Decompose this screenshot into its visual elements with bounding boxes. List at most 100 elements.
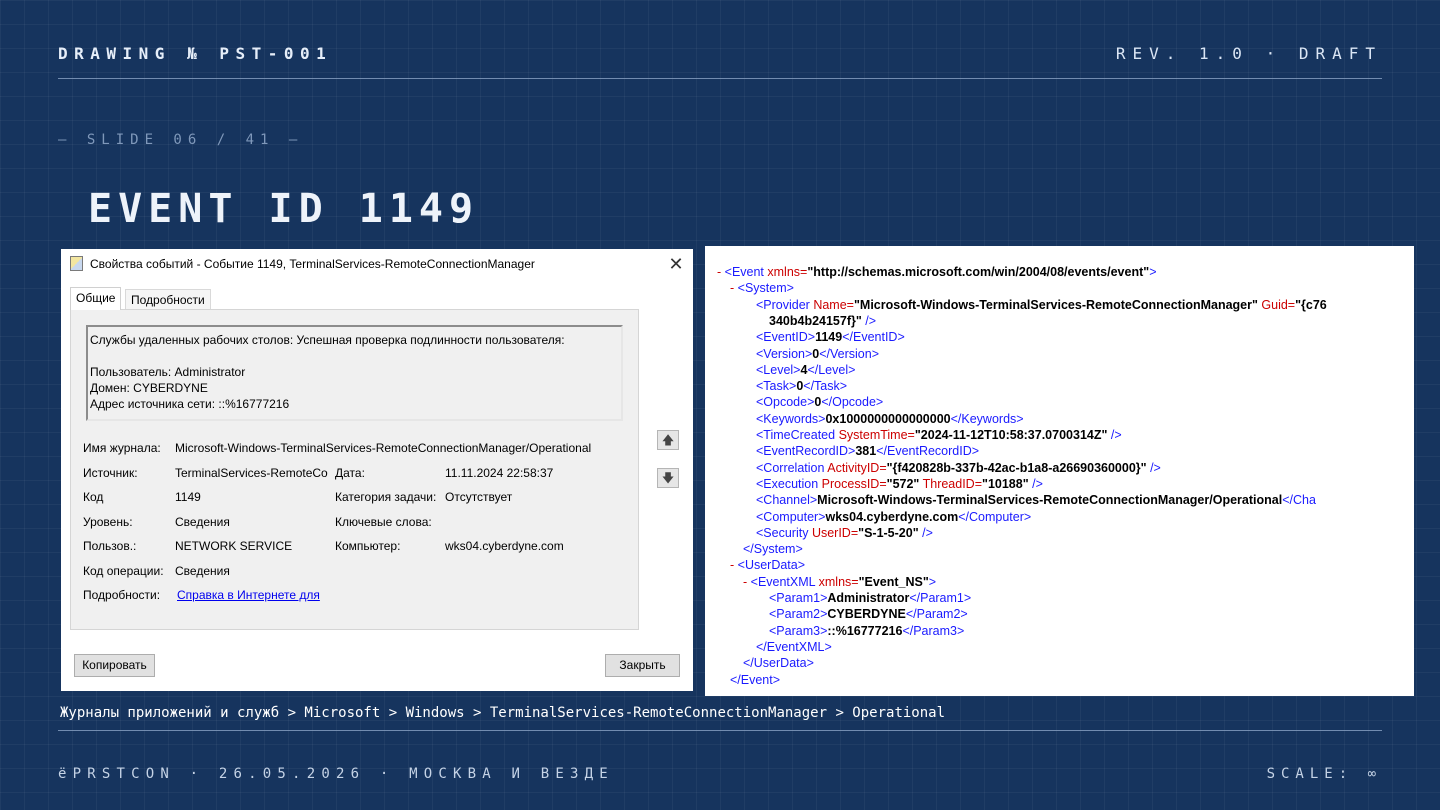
level-label: Уровень: bbox=[83, 515, 133, 529]
xml-value: Microsoft-Windows-TerminalServices-Remot… bbox=[817, 493, 1283, 508]
code-value: 1149 bbox=[175, 490, 201, 504]
collapse-toggle[interactable]: - bbox=[730, 558, 738, 572]
xml-tag: </Param2> bbox=[905, 607, 968, 622]
next-event-button[interactable]: 🡇 bbox=[657, 468, 679, 488]
xml-tag: </Task> bbox=[803, 379, 848, 394]
xml-tag: </EventXML> bbox=[756, 639, 832, 654]
xml-line: <EventID>1149</EventID> bbox=[756, 329, 905, 345]
xml-attribute: Name= bbox=[813, 297, 854, 312]
xml-value: 1149 bbox=[815, 330, 843, 345]
keywords-label: Ключевые слова: bbox=[335, 515, 432, 529]
xml-tag: <Param1> bbox=[769, 591, 828, 605]
xml-attribute: ActivityID= bbox=[827, 460, 887, 475]
user-value: NETWORK SERVICE bbox=[175, 539, 293, 553]
source-label: Источник: bbox=[83, 466, 138, 480]
user-label: Пользов.: bbox=[83, 539, 137, 553]
xml-line: <Level>4</Level> bbox=[756, 362, 855, 378]
xml-tag: </Param3> bbox=[902, 623, 965, 638]
xml-value: 340b4b24157f}" bbox=[769, 313, 862, 328]
xml-attribute: SystemTime= bbox=[838, 428, 915, 442]
xml-line: <Param3>::%16777216</Param3> bbox=[769, 623, 964, 639]
collapse-toggle[interactable]: - bbox=[730, 281, 738, 295]
arrow-down-icon: 🡇 bbox=[661, 471, 675, 485]
xml-line: <Correlation ActivityID="{f420828b-337b-… bbox=[756, 460, 1161, 476]
copy-button[interactable]: Копировать bbox=[74, 654, 155, 677]
revision-label: REV. 1.0 · DRAFT bbox=[1115, 44, 1382, 63]
xml-value: Administrator bbox=[827, 591, 910, 605]
event-viewer-icon bbox=[70, 256, 83, 271]
xml-line: - <UserData> bbox=[730, 557, 805, 573]
xml-tag: </UserData> bbox=[743, 656, 814, 671]
description-line: Пользователь: Administrator bbox=[90, 365, 246, 379]
xml-tag: </Param1> bbox=[909, 591, 972, 605]
xml-line: - <System> bbox=[730, 280, 794, 296]
description-line: Службы удаленных рабочих столов: Успешна… bbox=[90, 333, 565, 347]
online-help-link[interactable]: Справка в Интернете для bbox=[177, 588, 320, 602]
breadcrumb: Журналы приложений и служб > Microsoft >… bbox=[60, 705, 946, 721]
xml-tag: <UserData> bbox=[737, 558, 806, 573]
xml-value: "http://schemas.microsoft.com/win/2004/0… bbox=[807, 265, 1150, 279]
xml-line: <Version>0</Version> bbox=[756, 346, 879, 362]
xml-line: <Param2>CYBERDYNE</Param2> bbox=[769, 606, 968, 622]
xml-value: "Microsoft-Windows-TerminalServices-Remo… bbox=[853, 297, 1258, 312]
xml-line: <Execution ProcessID="572" ThreadID="101… bbox=[756, 476, 1043, 492]
xml-tag: <Keywords> bbox=[756, 411, 826, 426]
xml-line: <EventRecordID>381</EventRecordID> bbox=[756, 443, 979, 459]
xml-attribute: xmlns= bbox=[767, 265, 808, 279]
xml-line: <Security UserID="S-1-5-20" /> bbox=[756, 525, 933, 541]
event-properties-dialog: Свойства событий - Событие 1149, Termina… bbox=[61, 249, 693, 691]
xml-value: CYBERDYNE bbox=[827, 607, 906, 622]
close-button[interactable]: Закрыть bbox=[605, 654, 680, 677]
xml-line: 340b4b24157f}" /> bbox=[769, 313, 876, 329]
code-label: Код bbox=[83, 490, 104, 504]
xml-line: <Task>0</Task> bbox=[756, 378, 847, 394]
xml-line: <Opcode>0</Opcode> bbox=[756, 394, 883, 410]
slide-title: EVENT ID 1149 bbox=[88, 186, 480, 232]
xml-attribute: xmlns= bbox=[818, 574, 859, 589]
level-value: Сведения bbox=[175, 515, 230, 529]
xml-line: <Channel>Microsoft-Windows-TerminalServi… bbox=[756, 492, 1316, 508]
xml-value: "{f420828b-337b-42ac-b1a8-a26690360000}" bbox=[886, 460, 1147, 475]
xml-tag: <Channel> bbox=[756, 493, 818, 508]
xml-line: <TimeCreated SystemTime="2024-11-12T10:5… bbox=[756, 427, 1122, 443]
xml-tag: /> bbox=[861, 313, 877, 328]
event-description[interactable]: Службы удаленных рабочих столов: Успешна… bbox=[86, 325, 623, 421]
opcode-value: Сведения bbox=[175, 564, 230, 578]
xml-line: <Keywords>0x1000000000000000</Keywords> bbox=[756, 411, 1024, 427]
xml-tag: <Execution bbox=[756, 476, 822, 491]
xml-tag: <Security bbox=[756, 525, 812, 540]
xml-tag: /> bbox=[1146, 460, 1161, 475]
computer-label: Компьютер: bbox=[335, 539, 401, 553]
footer-rule bbox=[58, 730, 1382, 731]
xml-tag: </Cha bbox=[1282, 493, 1316, 508]
xml-tag: /> bbox=[1028, 476, 1043, 491]
previous-event-button[interactable]: 🡅 bbox=[657, 430, 679, 450]
xml-tag: <Correlation bbox=[756, 460, 828, 475]
xml-tag: </Keywords> bbox=[950, 411, 1024, 426]
xml-tag: </Event> bbox=[730, 672, 781, 687]
xml-value: 0x1000000000000000 bbox=[825, 411, 951, 426]
slide-number: — SLIDE 06 / 41 — bbox=[58, 132, 304, 148]
collapse-toggle[interactable]: - bbox=[717, 265, 725, 279]
log-name-label: Имя журнала: bbox=[83, 441, 161, 455]
xml-tag: </EventRecordID> bbox=[876, 444, 980, 459]
xml-line: - <Event xmlns="http://schemas.microsoft… bbox=[717, 264, 1157, 280]
tab-general[interactable]: Общие bbox=[70, 287, 122, 310]
xml-value: ::%16777216 bbox=[827, 623, 903, 638]
collapse-toggle[interactable]: - bbox=[743, 575, 751, 589]
close-icon[interactable]: ✕ bbox=[665, 253, 687, 275]
xml-line: </EventXML> bbox=[756, 639, 832, 655]
xml-tag: /> bbox=[918, 525, 933, 540]
footer-event-info: ёPRSTCON · 26.05.2026 · МОСКВА И ВЕЗДЕ bbox=[58, 766, 614, 782]
xml-tag: <Opcode> bbox=[756, 395, 815, 410]
xml-line: </UserData> bbox=[743, 655, 814, 671]
xml-line: <Param1>Administrator</Param1> bbox=[769, 590, 971, 606]
xml-line: </Event> bbox=[730, 672, 780, 688]
date-label: Дата: bbox=[335, 466, 365, 480]
xml-attribute: ProcessID= bbox=[821, 476, 887, 491]
xml-value: wks04.cyberdyne.com bbox=[825, 509, 959, 524]
details-label: Подробности: bbox=[83, 588, 161, 602]
xml-tag: <Task> bbox=[756, 379, 797, 394]
tab-details[interactable]: Подробности bbox=[125, 289, 211, 309]
xml-tag: > bbox=[928, 574, 937, 589]
